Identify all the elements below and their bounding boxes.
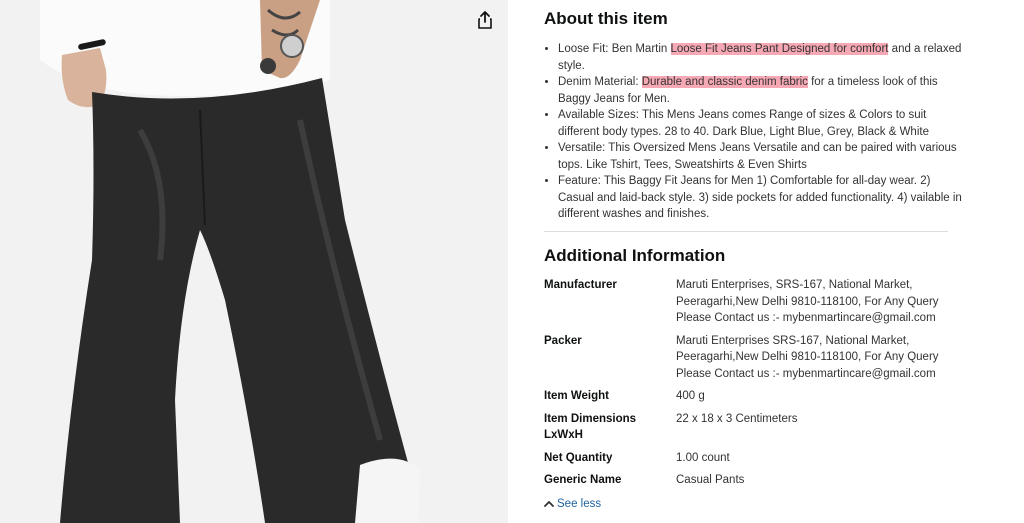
spec-label: Item Dimensions LxWxH: [544, 412, 637, 442]
spec-value: 400 g: [676, 390, 705, 402]
spec-label: Manufacturer: [544, 279, 617, 291]
see-less-label: See less: [557, 498, 602, 510]
spec-value: Casual Pants: [676, 474, 745, 486]
spec-row-manufacturer: Manufacturer Maruti Enterprises, SRS-167…: [544, 277, 966, 327]
chevron-up-icon: [544, 501, 554, 507]
section-divider: [544, 231, 948, 232]
spec-label: Generic Name: [544, 474, 622, 486]
spec-row-item-weight: Item Weight 400 g: [544, 388, 966, 405]
bullet-versatile: Versatile: This Oversized Mens Jeans Ver…: [558, 140, 966, 173]
highlighted-text: Durable and classic denim fabric: [641, 76, 808, 88]
share-icon: [478, 11, 492, 29]
spec-value: Maruti Enterprises, SRS-167, National Ma…: [676, 279, 939, 324]
bullet-loose-fit: Loose Fit: Ben Martin Loose Fit Jeans Pa…: [558, 41, 966, 74]
model-wearing-jeans-image: [40, 0, 420, 523]
spec-label: Item Weight: [544, 390, 609, 402]
bullet-feature: Feature: This Baggy Fit Jeans for Men 1)…: [558, 173, 966, 223]
see-less-link[interactable]: See less: [544, 498, 601, 510]
spec-value: 22 x 18 x 3 Centimeters: [676, 412, 798, 425]
share-button[interactable]: [474, 8, 496, 32]
about-bullets-list: Loose Fit: Ben Martin Loose Fit Jeans Pa…: [544, 41, 966, 223]
spec-row-generic-name: Generic Name Casual Pants: [544, 472, 966, 489]
additional-info-table: Manufacturer Maruti Enterprises, SRS-167…: [544, 277, 966, 489]
bullet-denim-material: Denim Material: Durable and classic deni…: [558, 74, 966, 107]
spec-value: Maruti Enterprises SRS-167, National Mar…: [676, 334, 939, 380]
highlighted-text: Loose Fit Jeans Pant Designed for comfor…: [670, 43, 889, 55]
spec-row-net-quantity: Net Quantity 1.00 count: [544, 450, 966, 467]
product-details-panel: About this item Loose Fit: Ben Martin Lo…: [508, 0, 1024, 523]
spec-label: Packer: [544, 334, 582, 347]
bullet-available-sizes: Available Sizes: This Mens Jeans comes R…: [558, 107, 966, 140]
spec-row-item-dimensions: Item Dimensions LxWxH 22 x 18 x 3 Centim…: [544, 411, 966, 444]
additional-information-heading: Additional Information: [544, 246, 726, 265]
spec-row-packer: Packer Maruti Enterprises SRS-167, Natio…: [544, 333, 966, 383]
about-this-item-heading: About this item: [544, 9, 668, 28]
product-image[interactable]: [0, 0, 508, 523]
spec-value: 1.00 count: [676, 451, 730, 464]
spec-label: Net Quantity: [544, 451, 613, 464]
